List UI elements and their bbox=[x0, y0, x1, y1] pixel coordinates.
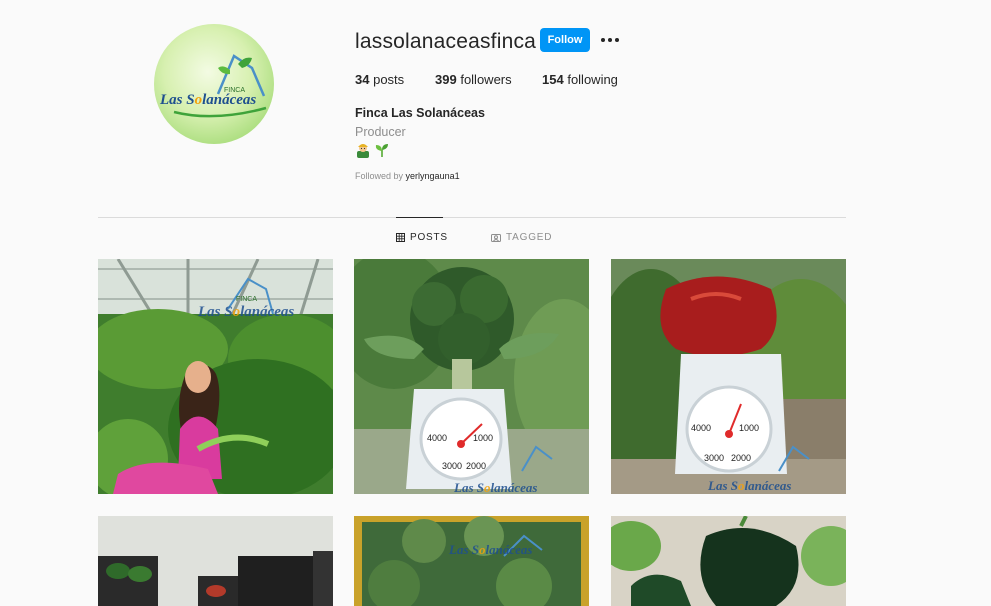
farmer-emoji-icon bbox=[357, 144, 369, 158]
follow-button[interactable]: Follow bbox=[540, 28, 590, 52]
post-tile[interactable]: 4000 1000 3000 2000 Las Solanáceas bbox=[611, 259, 846, 494]
bio-emojis bbox=[355, 142, 390, 158]
svg-text:Las Solanáceas: Las Solanáceas bbox=[197, 304, 294, 320]
tagged-icon bbox=[491, 234, 501, 242]
profile-username: lassolanaceasfinca bbox=[355, 30, 537, 53]
followed-by[interactable]: Followed by yerlyngauna1 bbox=[355, 171, 460, 181]
svg-text:2000: 2000 bbox=[731, 453, 751, 463]
followers-link[interactable]: 399 followers bbox=[435, 72, 542, 87]
farm-logo: FINCA Las Solanáceas bbox=[159, 54, 267, 118]
tab-tagged[interactable]: TAGGED bbox=[491, 232, 552, 243]
followed-by-username[interactable]: yerlyngauna1 bbox=[406, 171, 460, 181]
svg-text:1000: 1000 bbox=[473, 433, 493, 443]
posts-count: 34 posts bbox=[355, 72, 405, 87]
post-tile[interactable] bbox=[611, 516, 846, 606]
svg-text:2000: 2000 bbox=[466, 461, 486, 471]
post-image-girl-harvest: FINCA Las Solanáceas bbox=[98, 259, 333, 494]
post-tile[interactable] bbox=[98, 516, 333, 606]
post-tile[interactable]: 4000 1000 3000 2000 Las Solanáceas bbox=[354, 259, 589, 494]
post-image-broccoli-scale: 4000 1000 3000 2000 Las Solanáceas bbox=[354, 259, 589, 494]
profile-full-name: Finca Las Solanáceas bbox=[355, 106, 485, 120]
post-image-pepper-scale: 4000 1000 3000 2000 Las Solanáceas bbox=[611, 259, 846, 494]
post-image-crates bbox=[98, 516, 333, 606]
svg-text:Las Solanáceas: Las Solanáceas bbox=[453, 480, 537, 494]
following-link[interactable]: 154 following bbox=[542, 72, 618, 87]
svg-text:4000: 4000 bbox=[427, 433, 447, 443]
more-options-icon[interactable] bbox=[598, 30, 622, 50]
tab-posts[interactable]: POSTS bbox=[396, 217, 448, 243]
seedling-emoji-icon bbox=[375, 144, 388, 157]
profile-avatar[interactable]: FINCA Las Solanáceas bbox=[154, 24, 274, 144]
svg-text:Las Solanáceas: Las Solanáceas bbox=[707, 478, 791, 493]
profile-stats: 34 posts 399 followers 154 following bbox=[355, 72, 618, 87]
svg-text:3000: 3000 bbox=[442, 461, 462, 471]
profile-divider bbox=[98, 217, 846, 218]
grid-icon bbox=[396, 233, 405, 242]
post-tile[interactable]: Las Solanáceas bbox=[354, 516, 589, 606]
post-image-broccoli-crates: Las Solanáceas bbox=[354, 516, 589, 606]
svg-text:Las Solanáceas: Las Solanáceas bbox=[448, 542, 532, 557]
svg-text:3000: 3000 bbox=[704, 453, 724, 463]
svg-text:Las Solanáceas: Las Solanáceas bbox=[159, 92, 256, 108]
post-tile[interactable]: FINCA Las Solanáceas bbox=[98, 259, 333, 494]
svg-text:FINCA: FINCA bbox=[236, 296, 257, 303]
svg-text:1000: 1000 bbox=[739, 423, 759, 433]
svg-text:4000: 4000 bbox=[691, 423, 711, 433]
post-image-green-peppers bbox=[611, 516, 846, 606]
profile-category: Producer bbox=[355, 125, 406, 139]
